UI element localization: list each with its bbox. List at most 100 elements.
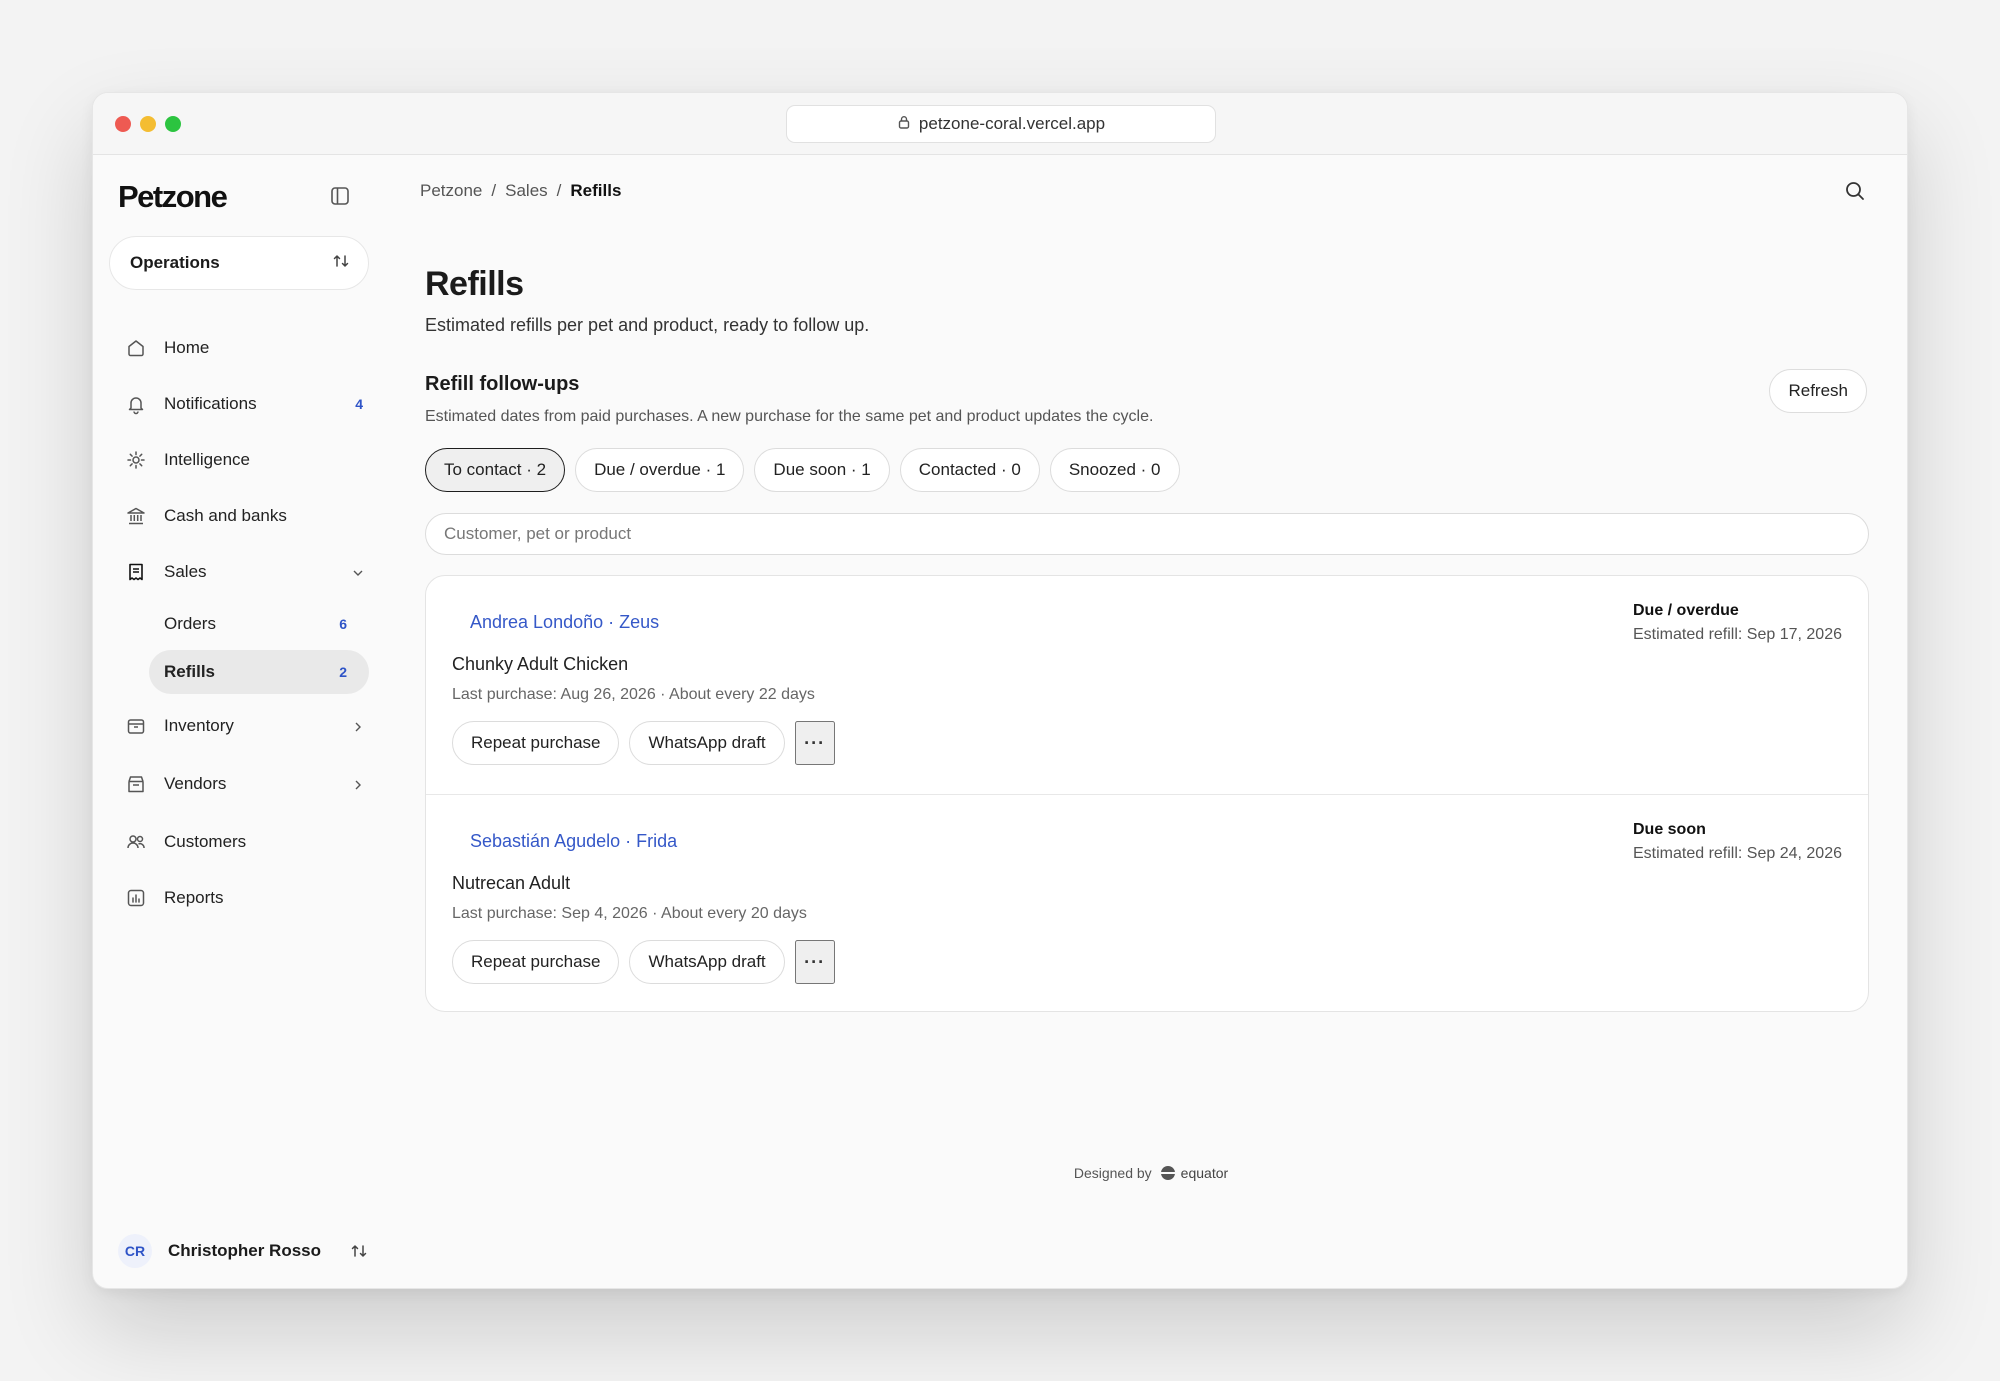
section-title: Refill follow-ups xyxy=(425,373,580,395)
bell-icon xyxy=(125,393,147,415)
bank-icon xyxy=(125,505,147,527)
breadcrumb-current: Refills xyxy=(570,181,622,200)
sidebar-item-label: Intelligence xyxy=(164,450,251,469)
sidebar-item-label: Home xyxy=(164,338,210,357)
sidebar-item-intelligence[interactable]: Intelligence xyxy=(125,438,369,482)
purchase-meta: Last purchase: Aug 26, 2026 · About ever… xyxy=(452,686,815,703)
filter-to-contact[interactable]: To contact · 2 xyxy=(425,448,566,492)
footer-brand: equator xyxy=(1180,1165,1229,1181)
gear-icon xyxy=(125,449,147,471)
sidebar: Petzone Operations Home Notifications 4 … xyxy=(93,155,393,1288)
minimize-window-button[interactable] xyxy=(140,116,156,132)
filter-contacted[interactable]: Contacted · 0 xyxy=(899,448,1040,492)
section-subtitle: Estimated dates from paid purchases. A n… xyxy=(425,408,1154,425)
sidebar-item-customers[interactable]: Customers xyxy=(125,820,369,864)
sidebar-item-reports[interactable]: Reports xyxy=(125,876,369,920)
chevron-down-icon xyxy=(351,565,365,579)
breadcrumb-separator: / xyxy=(556,181,562,200)
breadcrumb: Petzone / Sales / Refills xyxy=(420,181,621,201)
refills-count-badge: 2 xyxy=(339,664,347,680)
product-name: Chunky Adult Chicken xyxy=(452,654,629,674)
card-actions: Repeat purchase WhatsApp draft ··· xyxy=(452,721,835,765)
store-icon xyxy=(125,773,147,795)
list-item: Andrea Londoño · Zeus Chunky Adult Chick… xyxy=(426,576,1868,794)
address-bar[interactable]: petzone-coral.vercel.app xyxy=(786,105,1216,143)
sidebar-item-label: Cash and banks xyxy=(164,506,287,525)
estimated-refill: Estimated refill: Sep 17, 2026 xyxy=(1632,626,1842,643)
sidebar-item-inventory[interactable]: Inventory xyxy=(125,704,369,748)
sidebar-item-home[interactable]: Home xyxy=(125,326,369,370)
footer-prefix: Designed by xyxy=(1073,1165,1152,1181)
whatsapp-draft-button[interactable]: WhatsApp draft xyxy=(629,721,785,765)
filter-snoozed[interactable]: Snoozed · 0 xyxy=(1049,448,1180,492)
workspace-name: Operations xyxy=(130,253,220,272)
browser-titlebar: petzone-coral.vercel.app xyxy=(93,93,1907,155)
refresh-button[interactable]: Refresh xyxy=(1769,369,1867,413)
more-options-icon[interactable]: ··· xyxy=(794,721,835,765)
estimated-refill: Estimated refill: Sep 24, 2026 xyxy=(1632,845,1842,862)
search-input[interactable] xyxy=(425,513,1869,555)
sidebar-item-refills[interactable]: Refills 2 xyxy=(149,650,369,694)
page-subtitle: Estimated refills per pet and product, r… xyxy=(425,315,870,335)
footer-brand-link[interactable]: equator xyxy=(1159,1165,1229,1181)
box-icon xyxy=(125,715,147,737)
refill-status: Due soon Estimated refill: Sep 24, 2026 xyxy=(1633,821,1842,863)
sidebar-item-label: Sales xyxy=(164,562,207,581)
sidebar-item-vendors[interactable]: Vendors xyxy=(125,762,369,806)
sidebar-item-label: Orders xyxy=(164,614,216,633)
customer-pet-link[interactable]: Sebastián Agudelo · Frida xyxy=(470,831,677,852)
sidebar-item-label: Notifications xyxy=(164,394,257,413)
avatar: CR xyxy=(118,1234,152,1268)
close-window-button[interactable] xyxy=(115,116,131,132)
equator-logo-icon xyxy=(1159,1165,1176,1181)
sidebar-item-label: Vendors xyxy=(164,774,227,793)
purchase-meta: Last purchase: Sep 4, 2026 · About every… xyxy=(452,905,807,922)
sidebar-item-notifications[interactable]: Notifications 4 xyxy=(125,382,369,426)
status-label: Due soon xyxy=(1632,821,1706,838)
status-label: Due / overdue xyxy=(1632,602,1739,619)
sidebar-item-label: Refills xyxy=(164,662,216,681)
user-name: Christopher Rosso xyxy=(168,1241,322,1260)
filter-tabs: To contact · 2 Due / overdue · 1 Due soo… xyxy=(425,448,1180,492)
sidebar-item-orders[interactable]: Orders 6 xyxy=(149,602,369,646)
repeat-purchase-button[interactable]: Repeat purchase xyxy=(452,721,620,765)
users-icon xyxy=(125,831,147,853)
sidebar-item-label: Customers xyxy=(164,832,247,851)
sidebar-item-cash-and-banks[interactable]: Cash and banks xyxy=(125,494,369,538)
page-title: Refills xyxy=(425,265,524,303)
user-menu[interactable]: CR Christopher Rosso xyxy=(118,1234,368,1268)
breadcrumb-separator: / xyxy=(491,181,497,200)
search-icon[interactable] xyxy=(1843,179,1867,203)
breadcrumb-item[interactable]: Sales xyxy=(505,181,548,201)
receipt-icon xyxy=(125,561,147,583)
chevron-right-icon xyxy=(351,719,365,733)
home-icon xyxy=(125,337,147,359)
customer-pet-link[interactable]: Andrea Londoño · Zeus xyxy=(470,612,659,633)
main-content: Petzone / Sales / Refills Refills Estima… xyxy=(393,155,1907,1288)
refill-list: Andrea Londoño · Zeus Chunky Adult Chick… xyxy=(425,575,1869,1012)
sort-arrows-icon xyxy=(332,252,350,275)
sidebar-item-label: Reports xyxy=(164,888,224,907)
more-options-icon[interactable]: ··· xyxy=(794,940,835,984)
footer: Designed by equator xyxy=(393,1165,1907,1181)
lock-icon xyxy=(897,114,911,134)
orders-count-badge: 6 xyxy=(339,616,347,632)
sidebar-toggle-icon[interactable] xyxy=(329,185,351,207)
filter-due-overdue[interactable]: Due / overdue · 1 xyxy=(575,448,745,492)
sort-arrows-icon xyxy=(350,1242,368,1260)
breadcrumb-item[interactable]: Petzone xyxy=(420,181,482,201)
list-item: Sebastián Agudelo · Frida Nutrecan Adult… xyxy=(426,794,1868,1011)
url-text: petzone-coral.vercel.app xyxy=(918,114,1106,133)
workspace-switcher[interactable]: Operations xyxy=(109,236,369,290)
chart-icon xyxy=(125,887,147,909)
notifications-count-badge: 4 xyxy=(355,396,363,412)
browser-window: petzone-coral.vercel.app Petzone Operati… xyxy=(92,92,1908,1289)
chevron-right-icon xyxy=(351,777,365,791)
refill-status: Due / overdue Estimated refill: Sep 17, … xyxy=(1633,602,1842,644)
repeat-purchase-button[interactable]: Repeat purchase xyxy=(452,940,620,984)
whatsapp-draft-button[interactable]: WhatsApp draft xyxy=(629,940,785,984)
maximize-window-button[interactable] xyxy=(165,116,181,132)
sidebar-item-sales[interactable]: Sales xyxy=(125,550,369,594)
app-logo: Petzone xyxy=(118,179,228,214)
filter-due-soon[interactable]: Due soon · 1 xyxy=(754,448,890,492)
